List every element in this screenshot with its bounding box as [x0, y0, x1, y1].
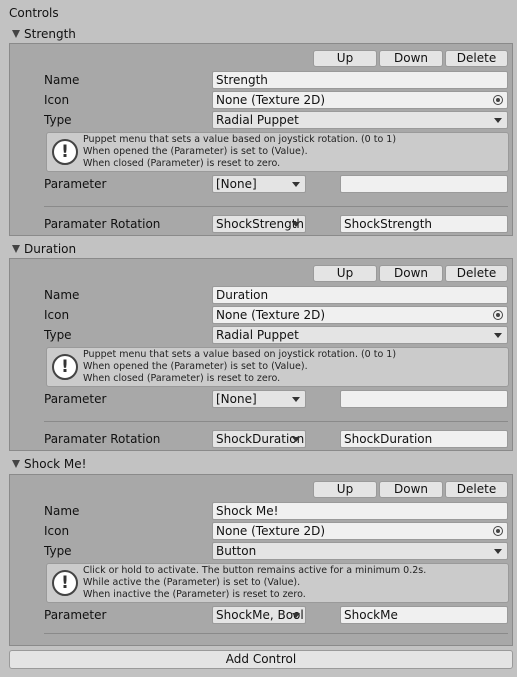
- parameter-label: Parameter: [44, 608, 107, 622]
- divider: [44, 421, 508, 422]
- foldout-shock-me[interactable]: Shock Me!: [12, 457, 86, 471]
- rotation-dropdown[interactable]: ShockStrength: [212, 215, 306, 233]
- parameter-rotation-label: Paramater Rotation: [44, 217, 161, 231]
- icon-field[interactable]: None (Texture 2D): [212, 91, 508, 109]
- name-label: Name: [44, 504, 80, 518]
- info-line: Click or hold to activate. The button re…: [83, 565, 427, 576]
- foldout-label: Shock Me!: [24, 457, 87, 471]
- foldout-arrow-icon: [12, 460, 20, 468]
- icon-field[interactable]: None (Texture 2D): [212, 522, 508, 540]
- name-label: Name: [44, 73, 80, 87]
- delete-button[interactable]: Delete: [445, 265, 508, 282]
- rotation-value-field[interactable]: ShockStrength: [340, 215, 508, 233]
- type-dropdown[interactable]: Button: [212, 542, 508, 560]
- type-value: Radial Puppet: [216, 113, 299, 127]
- delete-button[interactable]: Delete: [445, 50, 508, 67]
- divider: [44, 206, 508, 207]
- icon-value: None (Texture 2D): [216, 308, 326, 322]
- foldout-label: Duration: [24, 242, 77, 256]
- object-picker-icon[interactable]: [493, 95, 503, 105]
- chevron-down-icon: [494, 333, 502, 338]
- parameter-label: Parameter: [44, 392, 107, 406]
- type-value: Button: [216, 544, 257, 558]
- info-line: Puppet menu that sets a value based on j…: [83, 134, 397, 145]
- parameter-dropdown[interactable]: [None]: [212, 390, 306, 408]
- parameter-value-field[interactable]: [340, 175, 508, 193]
- control-panel-shock-me: Up Down Delete Name Shock Me! Icon None …: [9, 474, 513, 646]
- delete-button[interactable]: Delete: [445, 481, 508, 498]
- type-value: Radial Puppet: [216, 328, 299, 342]
- down-button[interactable]: Down: [379, 50, 443, 67]
- parameter-label: Parameter: [44, 177, 107, 191]
- info-line: Puppet menu that sets a value based on j…: [83, 349, 397, 360]
- type-dropdown[interactable]: Radial Puppet: [212, 326, 508, 344]
- controls-title: Controls: [9, 6, 59, 20]
- chevron-down-icon: [292, 397, 300, 402]
- icon-value: None (Texture 2D): [216, 524, 326, 538]
- name-field[interactable]: Shock Me!: [212, 502, 508, 520]
- rotation-dropdown[interactable]: ShockDuration: [212, 430, 306, 448]
- chevron-down-icon: [292, 437, 300, 442]
- name-field[interactable]: Duration: [212, 286, 508, 304]
- type-dropdown[interactable]: Radial Puppet: [212, 111, 508, 129]
- foldout-strength[interactable]: Strength: [12, 27, 76, 41]
- control-panel-duration: Up Down Delete Name Duration Icon None (…: [9, 258, 513, 451]
- down-button[interactable]: Down: [379, 265, 443, 282]
- info-box: ! Puppet menu that sets a value based on…: [46, 347, 509, 387]
- control-panel-strength: Up Down Delete Name Strength Icon None (…: [9, 43, 513, 236]
- parameter-dropdown[interactable]: ShockMe, Bool: [212, 606, 306, 624]
- foldout-arrow-icon: [12, 30, 20, 38]
- type-label: Type: [44, 113, 72, 127]
- type-label: Type: [44, 328, 72, 342]
- parameter-dropdown[interactable]: [None]: [212, 175, 306, 193]
- rotation-value-field[interactable]: ShockDuration: [340, 430, 508, 448]
- info-box: ! Click or hold to activate. The button …: [46, 563, 509, 603]
- info-icon: !: [52, 354, 78, 380]
- icon-label: Icon: [44, 524, 70, 538]
- chevron-down-icon: [494, 118, 502, 123]
- info-line: While active the (Parameter) is set to (…: [83, 577, 301, 588]
- icon-value: None (Texture 2D): [216, 93, 326, 107]
- icon-field[interactable]: None (Texture 2D): [212, 306, 508, 324]
- parameter-value-field[interactable]: ShockMe: [340, 606, 508, 624]
- info-line: When opened the (Parameter) is set to (V…: [83, 146, 308, 157]
- up-button[interactable]: Up: [313, 481, 377, 498]
- chevron-down-icon: [292, 613, 300, 618]
- divider: [44, 633, 508, 634]
- up-button[interactable]: Up: [313, 265, 377, 282]
- chevron-down-icon: [292, 222, 300, 227]
- info-icon: !: [52, 570, 78, 596]
- up-button[interactable]: Up: [313, 50, 377, 67]
- add-control-button[interactable]: Add Control: [9, 650, 513, 669]
- name-label: Name: [44, 288, 80, 302]
- icon-label: Icon: [44, 308, 70, 322]
- foldout-duration[interactable]: Duration: [12, 242, 76, 256]
- parameter-rotation-label: Paramater Rotation: [44, 432, 161, 446]
- foldout-arrow-icon: [12, 245, 20, 253]
- object-picker-icon[interactable]: [493, 526, 503, 536]
- info-line: When closed (Parameter) is reset to zero…: [83, 373, 281, 384]
- object-picker-icon[interactable]: [493, 310, 503, 320]
- chevron-down-icon: [292, 182, 300, 187]
- foldout-label: Strength: [24, 27, 76, 41]
- info-icon: !: [52, 139, 78, 165]
- name-field[interactable]: Strength: [212, 71, 508, 89]
- down-button[interactable]: Down: [379, 481, 443, 498]
- type-label: Type: [44, 544, 72, 558]
- info-line: When closed (Parameter) is reset to zero…: [83, 158, 281, 169]
- info-line: When inactive the (Parameter) is reset t…: [83, 589, 306, 600]
- icon-label: Icon: [44, 93, 70, 107]
- parameter-value-field[interactable]: [340, 390, 508, 408]
- info-box: ! Puppet menu that sets a value based on…: [46, 132, 509, 172]
- info-line: When opened the (Parameter) is set to (V…: [83, 361, 308, 372]
- chevron-down-icon: [494, 549, 502, 554]
